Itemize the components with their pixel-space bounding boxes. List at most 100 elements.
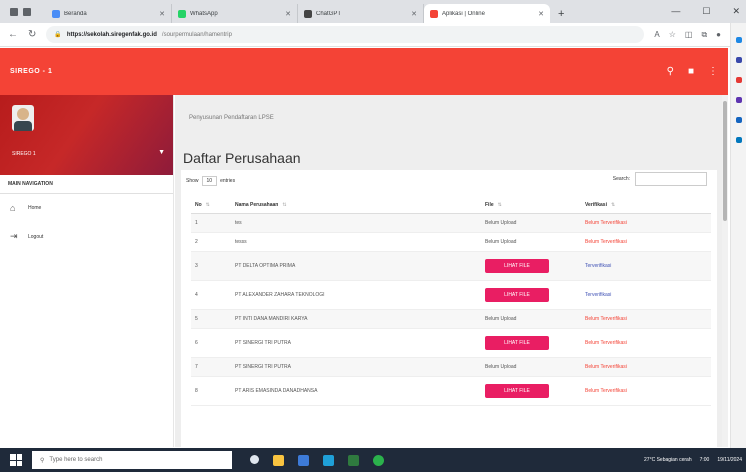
cell-verification-status: Belum Terverifikasi bbox=[581, 309, 711, 329]
cell-verification-status: Belum Terverifikasi bbox=[581, 357, 711, 377]
sidebar: SIREGO 1 ▼ MAIN NAVIGATION ⌂ Home ⇥ Logo… bbox=[0, 95, 174, 447]
more-vert-icon[interactable]: ⋮ bbox=[708, 66, 718, 77]
split-screen-icon[interactable]: ◫ bbox=[685, 30, 693, 40]
app-brand[interactable]: SIREGO - 1 bbox=[10, 68, 52, 75]
content-scrollbar[interactable] bbox=[722, 95, 728, 447]
profile-icon[interactable]: ● bbox=[716, 30, 721, 40]
cell-file: LIHAT FILE bbox=[481, 251, 581, 281]
chrome-icon[interactable] bbox=[373, 454, 384, 466]
tab-label: Aplikasi | Online bbox=[442, 10, 485, 17]
table-row: 7 PT SINERGI TRI PUTRA Belum Upload Belum T… bbox=[191, 357, 711, 377]
tab-label: ChatGPT bbox=[316, 10, 342, 17]
back-icon[interactable]: ← bbox=[8, 29, 18, 40]
browser-tab-strip: Beranda ✕ WhatsApp ✕ ChatGPT ✕ Aplikasi … bbox=[0, 0, 746, 23]
table-body: 1 tes Belum Upload Belum Terverifikasi 2 tess… bbox=[191, 213, 711, 406]
clock-time[interactable]: 7:00 bbox=[700, 457, 710, 463]
sidebar-item-label: Logout bbox=[28, 233, 44, 240]
col-header-status[interactable]: Verifikasi ⇅ bbox=[581, 197, 711, 214]
entries-length-control: Show 10 entries bbox=[186, 176, 235, 186]
read-aloud-icon[interactable]: A bbox=[654, 30, 659, 40]
tab-close-icon[interactable]: ✕ bbox=[159, 10, 165, 18]
lihat-file-button[interactable]: LIHAT FILE bbox=[485, 287, 549, 302]
outlook-icon[interactable] bbox=[735, 137, 742, 143]
new-tab-button[interactable]: + bbox=[550, 8, 572, 23]
sidebar-item-logout[interactable]: ⇥ Logout bbox=[0, 222, 173, 251]
tab-actions-icon[interactable] bbox=[23, 7, 31, 16]
browser-tab-1[interactable]: WhatsApp ✕ bbox=[172, 4, 298, 23]
cell-verification-status: Belum Terverifikasi bbox=[581, 213, 711, 233]
browser-tab-3[interactable]: Aplikasi | Online ✕ bbox=[424, 4, 550, 23]
tab-close-icon[interactable]: ✕ bbox=[411, 10, 417, 18]
lihat-file-button[interactable]: LIHAT FILE bbox=[485, 383, 549, 398]
cell-no: 1 bbox=[191, 213, 231, 233]
search-label: Search: bbox=[612, 176, 630, 182]
tools-icon[interactable] bbox=[735, 77, 742, 83]
maximize-icon[interactable]: ☐ bbox=[702, 6, 710, 17]
games-icon[interactable] bbox=[735, 97, 742, 103]
home-icon: ⌂ bbox=[10, 203, 16, 213]
cell-file: Belum Upload bbox=[481, 213, 581, 233]
tab-favicon-icon bbox=[304, 9, 312, 18]
table-header-row: No ⇅ Nama Perusahaan ⇅ File ⇅ Verifikasi ⇅ bbox=[191, 197, 711, 214]
entries-select[interactable]: 10 bbox=[201, 176, 218, 186]
cell-company-name: PT DELTA OPTIMA PRIMA bbox=[231, 251, 481, 281]
weather-text[interactable]: 27°C Sebagian cerah bbox=[644, 457, 692, 463]
favorite-star-icon[interactable]: ☆ bbox=[669, 30, 676, 40]
tab-favicon-icon bbox=[52, 9, 60, 18]
store-icon[interactable] bbox=[298, 454, 309, 466]
clock-date[interactable]: 19/11/2024 bbox=[717, 457, 742, 463]
notification-icon[interactable]: ■ bbox=[688, 66, 694, 77]
refresh-icon[interactable]: ↻ bbox=[28, 29, 36, 40]
lihat-file-button[interactable]: LIHAT FILE bbox=[485, 258, 549, 273]
lihat-file-button[interactable]: LIHAT FILE bbox=[485, 335, 549, 350]
minimize-icon[interactable]: — bbox=[671, 6, 680, 17]
cell-company-name: PT SINERGI TRI PUTRA bbox=[231, 328, 481, 358]
header-actions: ⚲ ■ ⋮ bbox=[667, 66, 718, 77]
edge-icon[interactable] bbox=[323, 454, 334, 466]
tab-close-icon[interactable]: ✕ bbox=[285, 10, 291, 18]
cell-no: 6 bbox=[191, 328, 231, 358]
taskbar-apps bbox=[250, 454, 384, 466]
address-bar-row: ← ↻ 🔒 https://sekolah.siregenfak.go.id/s… bbox=[0, 23, 746, 47]
scrollbar-thumb[interactable] bbox=[723, 101, 727, 221]
search-input[interactable] bbox=[635, 172, 707, 186]
cell-verification-status: Terverifikasi bbox=[581, 251, 711, 281]
company-table: No ⇅ Nama Perusahaan ⇅ File ⇅ Verifikasi ⇅ 1… bbox=[191, 197, 711, 406]
table-row: 8 PT ARIS EMASINDA DANADHANSA LIHAT FILE Be… bbox=[191, 376, 711, 406]
close-window-icon[interactable]: ✕ bbox=[732, 6, 740, 17]
tab-close-icon[interactable]: ✕ bbox=[538, 10, 544, 18]
shopping-icon[interactable] bbox=[735, 57, 742, 63]
taskbar-search[interactable]: ⚲ Type here to search bbox=[32, 451, 232, 469]
office-icon[interactable] bbox=[735, 117, 742, 123]
windows-start-icon[interactable] bbox=[10, 454, 22, 466]
user-menu-caret-icon[interactable]: ▼ bbox=[158, 149, 165, 156]
cell-no: 3 bbox=[191, 251, 231, 281]
app-icon[interactable] bbox=[348, 454, 359, 466]
task-view-icon[interactable] bbox=[250, 454, 259, 464]
cell-no: 7 bbox=[191, 357, 231, 377]
col-header-name[interactable]: Nama Perusahaan ⇅ bbox=[231, 197, 481, 214]
windows-taskbar: ⚲ Type here to search 27°C Sebagian cera… bbox=[0, 448, 746, 472]
file-explorer-icon[interactable] bbox=[273, 454, 284, 466]
cell-file: LIHAT FILE bbox=[481, 328, 581, 358]
url-field[interactable]: 🔒 https://sekolah.siregenfak.go.id/sourp… bbox=[46, 26, 645, 43]
logout-icon: ⇥ bbox=[10, 231, 18, 241]
collections-icon[interactable]: ⧉ bbox=[701, 30, 707, 40]
browser-tab-0[interactable]: Beranda ✕ bbox=[46, 4, 172, 23]
app-header: SIREGO - 1 ⚲ ■ ⋮ bbox=[0, 48, 728, 95]
breadcrumb: Penyusunan Pendaftaran LPSE bbox=[189, 115, 274, 121]
search-icon[interactable]: ⚲ bbox=[667, 66, 674, 77]
sidebar-item-home[interactable]: ⌂ Home bbox=[0, 194, 173, 222]
show-label: Show bbox=[186, 178, 199, 184]
cell-no: 4 bbox=[191, 280, 231, 310]
cell-no: 8 bbox=[191, 376, 231, 406]
avatar bbox=[12, 105, 34, 131]
browser-tab-2[interactable]: ChatGPT ✕ bbox=[298, 4, 424, 23]
cell-file: Belum Upload bbox=[481, 232, 581, 252]
workspaces-icon[interactable] bbox=[10, 7, 18, 16]
col-header-no[interactable]: No ⇅ bbox=[191, 197, 231, 214]
copilot-icon[interactable] bbox=[735, 37, 742, 43]
tab-favicon-icon bbox=[430, 9, 438, 18]
search-icon: ⚲ bbox=[40, 457, 45, 464]
col-header-file[interactable]: File ⇅ bbox=[481, 197, 581, 214]
